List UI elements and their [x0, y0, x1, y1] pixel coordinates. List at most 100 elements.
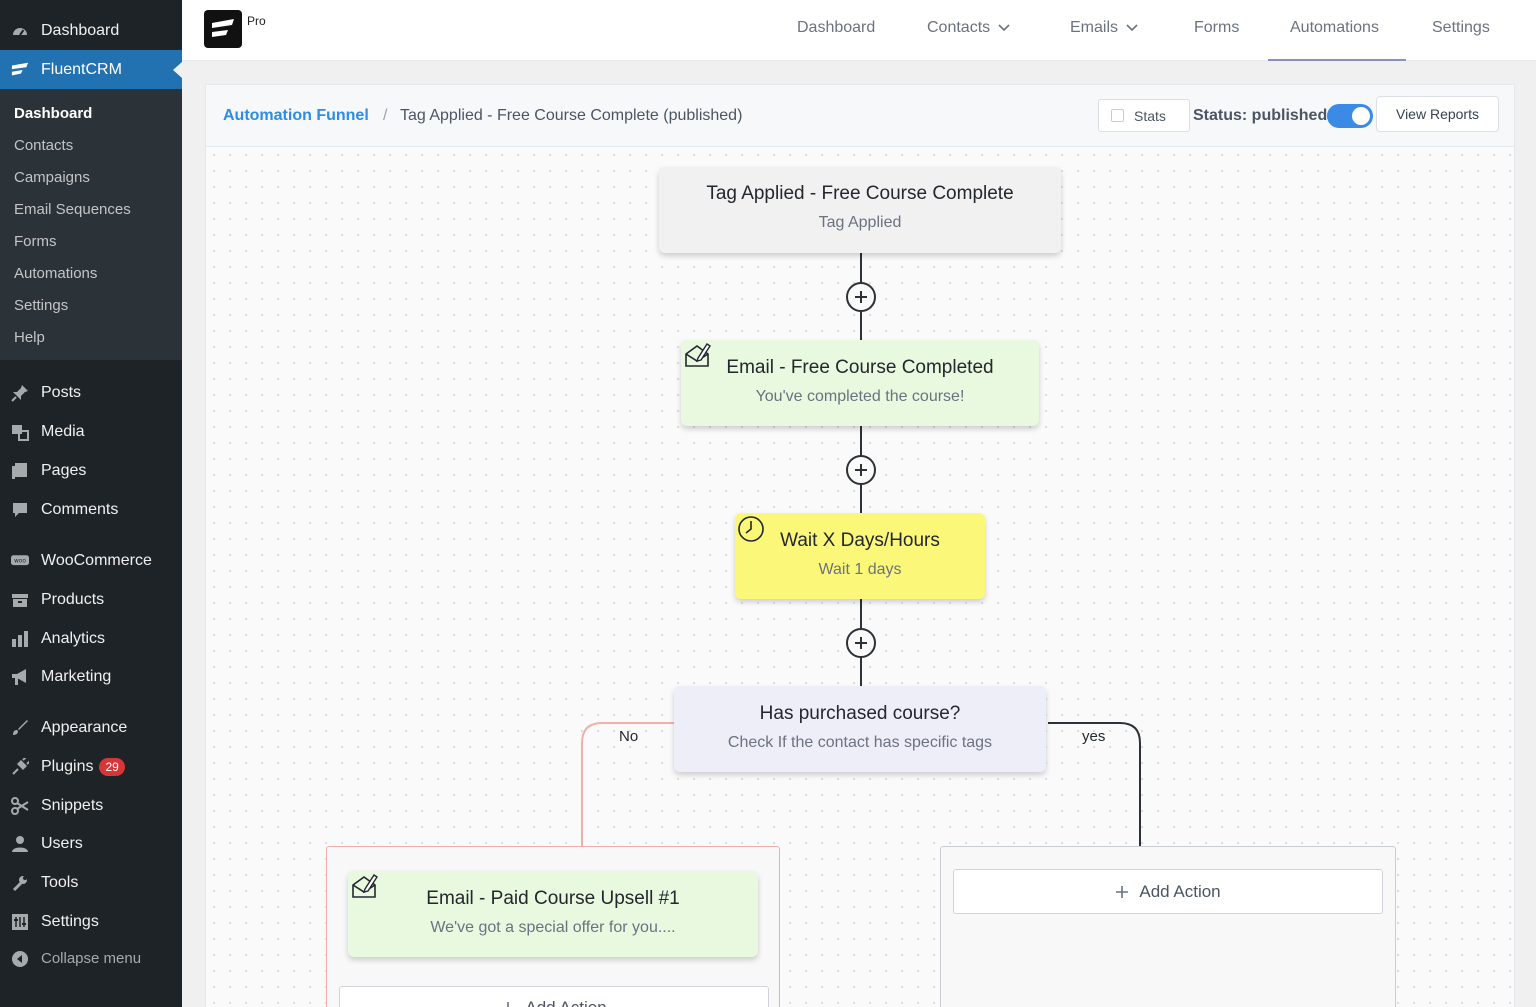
media-icon	[11, 423, 29, 441]
woo-icon: woo	[11, 552, 29, 570]
svg-text:woo: woo	[14, 558, 26, 564]
submenu-automations[interactable]: Automations	[14, 265, 97, 282]
pro-label: Pro	[247, 14, 266, 28]
collapse-icon	[11, 950, 29, 968]
admin-sidebar: Dashboard FluentCRM Dashboard Contacts C…	[0, 0, 182, 1007]
breadcrumb-separator: /	[383, 107, 388, 124]
submenu-help[interactable]: Help	[14, 329, 45, 346]
condition-title: Has purchased course?	[759, 703, 961, 724]
sidebar-item-label: WooCommerce	[41, 551, 152, 569]
submenu-contacts[interactable]: Contacts	[14, 137, 73, 154]
sidebar-item-label: Dashboard	[41, 21, 120, 39]
sidebar-item-label: Settings	[41, 912, 99, 930]
sidebar-item-users[interactable]: Users	[0, 824, 182, 863]
view-reports-button[interactable]: View Reports	[1376, 96, 1499, 132]
email-action-node[interactable]: Email - Free Course Completed You've com…	[681, 340, 1039, 426]
sidebar-item-tools[interactable]: Tools	[0, 863, 182, 902]
status-toggle[interactable]	[1327, 104, 1373, 128]
submenu-email-sequences[interactable]: Email Sequences	[14, 201, 131, 218]
megaphone-icon	[11, 668, 29, 686]
condition-node[interactable]: Has purchased course? Check If the conta…	[674, 686, 1046, 772]
sidebar-item-comments[interactable]: Comments	[0, 490, 182, 529]
sidebar-item-label: Products	[41, 590, 105, 608]
add-action-label: Add Action	[1139, 881, 1221, 901]
sidebar-item-label: Users	[41, 834, 83, 852]
comment-icon	[11, 501, 29, 519]
condition-subtitle: Check If the contact has specific tags	[727, 734, 993, 751]
email-action-subtitle: You've completed the course!	[755, 388, 965, 405]
sidebar-item-settings[interactable]: Settings	[0, 902, 182, 941]
sidebar-item-marketing[interactable]: Marketing	[0, 657, 182, 696]
nav-emails-label: Emails	[1070, 19, 1119, 36]
sidebar-collapse-menu[interactable]: Collapse menu	[0, 939, 182, 978]
pages-icon	[11, 462, 29, 480]
no-branch-add-action-button[interactable]: Add Action	[339, 986, 769, 1007]
submenu-settings[interactable]: Settings	[14, 297, 68, 314]
sidebar-item-label: Appearance	[41, 718, 128, 736]
plugins-update-badge: 29	[99, 757, 125, 776]
funnel-canvas: Tag Applied - Free Course Complete Tag A…	[206, 147, 1514, 1007]
sidebar-item-label: Media	[41, 422, 85, 440]
trigger-title: Tag Applied - Free Course Complete	[706, 183, 1014, 204]
nav-settings[interactable]: Settings	[1432, 19, 1490, 37]
trigger-node[interactable]: Tag Applied - Free Course Complete Tag A…	[659, 167, 1061, 253]
sidebar-item-label: Collapse menu	[41, 950, 142, 967]
stats-toggle[interactable]: Stats	[1098, 99, 1190, 132]
submenu-forms[interactable]: Forms	[14, 233, 57, 250]
email-action-title: Email - Free Course Completed	[726, 357, 994, 378]
sidebar-item-snippets[interactable]: Snippets	[0, 786, 182, 825]
sidebar-item-fluentcrm[interactable]: FluentCRM	[0, 50, 182, 89]
fluentcrm-submenu: Dashboard Contacts Campaigns Email Seque…	[0, 89, 182, 360]
yes-branch-add-action-button[interactable]: Add Action	[953, 869, 1383, 914]
sidebar-item-analytics[interactable]: Analytics	[0, 619, 182, 658]
toggle-knob	[1352, 107, 1370, 125]
nav-active-indicator	[1268, 59, 1406, 61]
sidebar-item-label: Tools	[41, 873, 79, 891]
stats-checkbox[interactable]	[1111, 109, 1124, 122]
settings-icon	[11, 913, 29, 931]
sidebar-item-plugins[interactable]: Plugins 29	[0, 747, 182, 786]
stats-label: Stats	[1134, 107, 1166, 124]
automation-header: Automation Funnel / Tag Applied - Free C…	[206, 85, 1514, 147]
sidebar-item-appearance[interactable]: Appearance	[0, 708, 182, 747]
email-upsell-node[interactable]: Email - Paid Course Upsell #1 We've got …	[348, 871, 758, 957]
sidebar-item-media[interactable]: Media	[0, 412, 182, 451]
sidebar-item-label: Marketing	[41, 667, 112, 685]
sidebar-item-woocommerce[interactable]: woo WooCommerce	[0, 541, 182, 580]
nav-emails[interactable]: Emails	[1070, 19, 1138, 37]
automation-editor: Automation Funnel / Tag Applied - Free C…	[205, 84, 1515, 1007]
submenu-dashboard[interactable]: Dashboard	[14, 105, 92, 122]
sidebar-item-dashboard[interactable]: Dashboard	[0, 11, 182, 50]
fluentcrm-logo[interactable]	[204, 10, 242, 48]
sidebar-item-products[interactable]: Products	[0, 580, 182, 619]
nav-automations[interactable]: Automations	[1290, 19, 1379, 37]
archive-icon	[11, 591, 29, 609]
sidebar-item-label: FluentCRM	[41, 60, 122, 78]
submenu-campaigns[interactable]: Campaigns	[14, 169, 90, 186]
plug-icon	[11, 757, 29, 776]
sidebar-item-label: Pages	[41, 461, 87, 479]
status-label: Status: published	[1193, 107, 1328, 124]
fluentcrm-icon	[11, 61, 29, 79]
breadcrumb-automation-funnel[interactable]: Automation Funnel	[223, 107, 369, 125]
plus-icon	[507, 1002, 510, 1007]
sidebar-item-posts[interactable]: Posts	[0, 373, 182, 412]
breadcrumb-current: Tag Applied - Free Course Complete (publ…	[400, 107, 743, 124]
chevron-down-icon	[998, 24, 1010, 32]
brush-icon	[11, 719, 29, 737]
fluentcrm-top-nav: Pro Dashboard Contacts Emails Forms Auto…	[182, 0, 1536, 61]
email-upsell-subtitle: We've got a special offer for you....	[430, 919, 676, 936]
sidebar-item-label: Snippets	[41, 796, 104, 814]
nav-contacts[interactable]: Contacts	[927, 19, 1010, 37]
wait-action-node[interactable]: Wait X Days/Hours Wait 1 days	[735, 513, 985, 599]
no-branch-container: Email - Paid Course Upsell #1 We've got …	[326, 846, 780, 1007]
dashboard-icon	[11, 22, 29, 40]
bar-chart-icon	[11, 630, 29, 648]
yes-branch-label: yes	[1082, 728, 1106, 745]
nav-forms[interactable]: Forms	[1194, 19, 1239, 37]
nav-dashboard[interactable]: Dashboard	[797, 19, 875, 37]
sidebar-item-pages[interactable]: Pages	[0, 451, 182, 490]
chevron-down-icon	[1126, 24, 1138, 32]
email-upsell-title: Email - Paid Course Upsell #1	[426, 888, 680, 909]
yes-branch-container: Add Action	[940, 846, 1396, 1007]
